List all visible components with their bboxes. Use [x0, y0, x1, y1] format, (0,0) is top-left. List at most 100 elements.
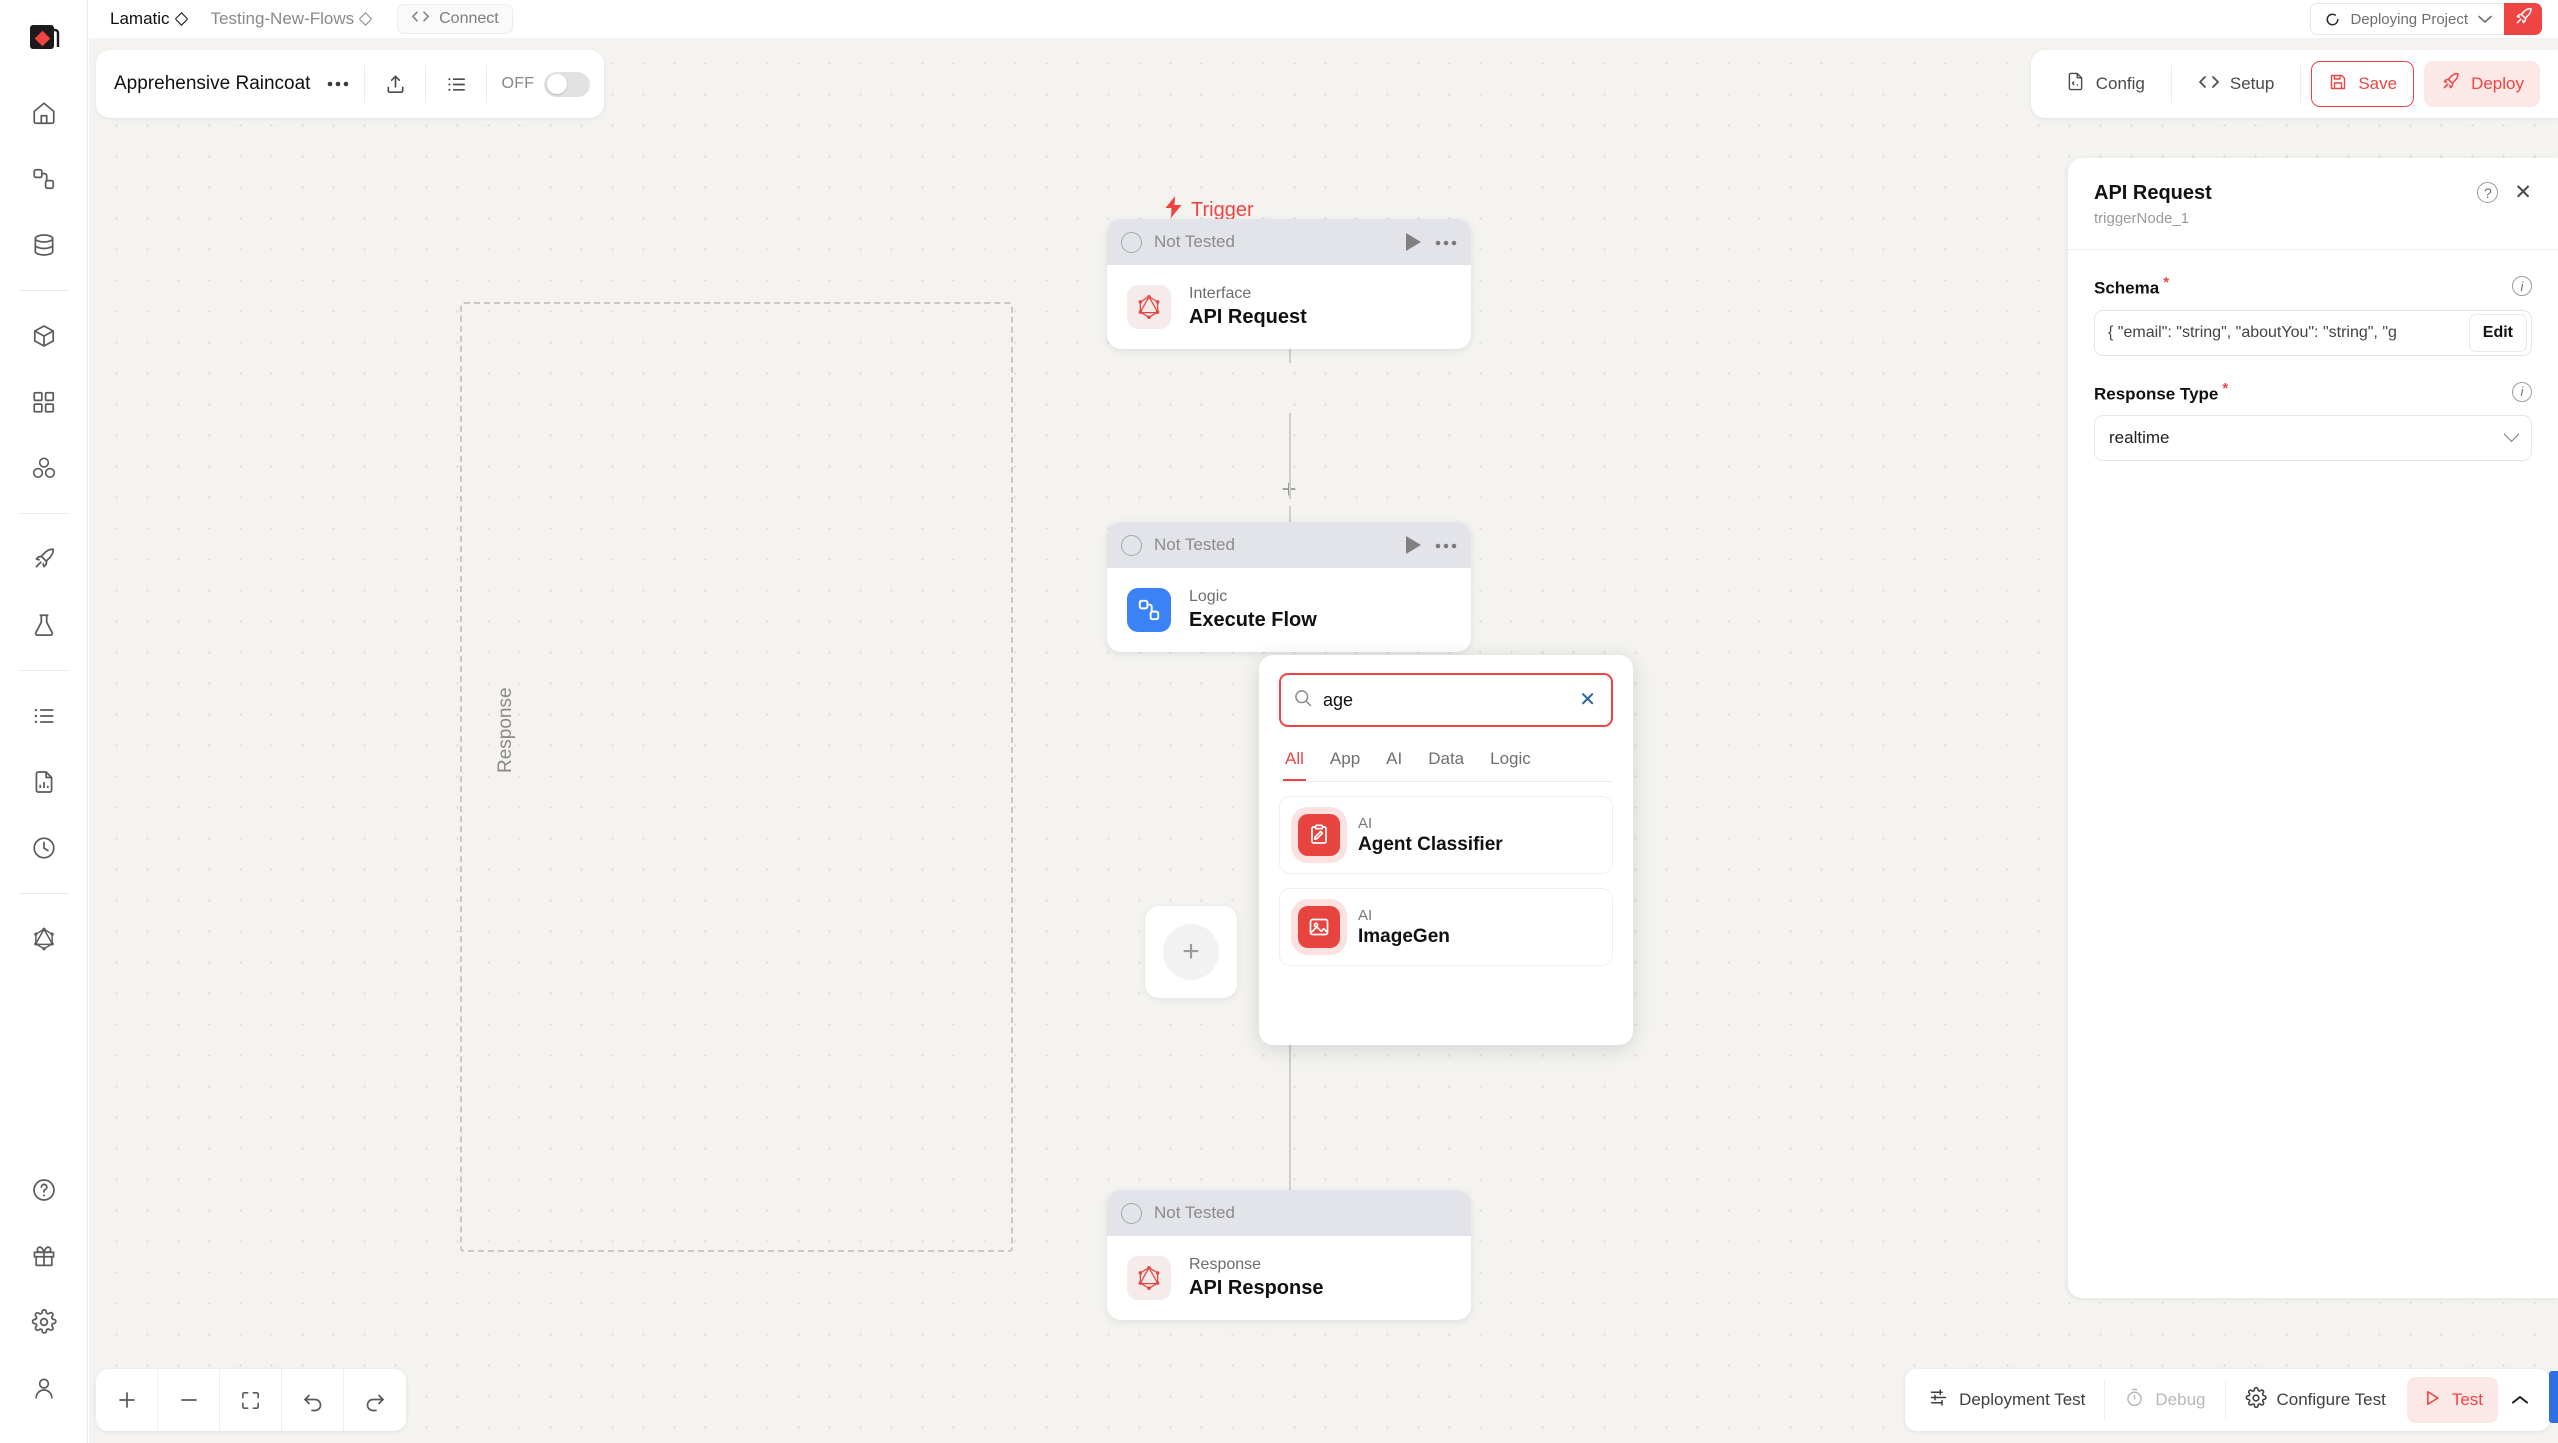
execute-flow-icon	[1127, 588, 1171, 632]
connect-button[interactable]: Connect	[397, 4, 513, 34]
info-icon[interactable]: i	[2512, 381, 2532, 402]
flow-enabled-toggle[interactable]	[544, 71, 591, 97]
sidebar-item-deployments[interactable]	[16, 531, 72, 587]
sidebar-item-experiments[interactable]	[16, 597, 72, 653]
node-picker-result[interactable]: AI ImageGen	[1279, 888, 1613, 966]
close-icon[interactable]: ✕	[2514, 182, 2532, 203]
node-picker-result[interactable]: AI Agent Classifier	[1279, 796, 1613, 874]
node-picker-popover: ✕ All App AI Data Logic AI Agent Classif…	[1259, 655, 1633, 1045]
sidebar-item-flows[interactable]	[16, 151, 72, 207]
deploy-rocket-button[interactable]	[2504, 3, 2542, 35]
node-name-label: API Response	[1189, 1277, 1324, 1299]
test-bar-divider	[2224, 1380, 2226, 1420]
deploy-status-label: Deploying Project	[2350, 10, 2468, 28]
sidebar-item-logs[interactable]	[16, 688, 72, 744]
run-node-button[interactable]	[1406, 233, 1421, 251]
node-text: Response API Response	[1189, 1256, 1323, 1300]
user-icon[interactable]	[16, 1360, 72, 1416]
node-more-button[interactable]	[1435, 536, 1457, 554]
tab-ai[interactable]: AI	[1384, 743, 1404, 781]
sidebar-item-history[interactable]	[16, 820, 72, 876]
result-category: AI	[1358, 906, 1373, 924]
sidebar-divider	[18, 670, 69, 671]
org-name: Lamatic	[110, 9, 170, 28]
configure-test-button[interactable]: Configure Test	[2230, 1377, 2401, 1423]
panel-divider	[2068, 249, 2558, 250]
graphql-icon	[1127, 1256, 1171, 1300]
schema-edit-button[interactable]: Edit	[2468, 313, 2527, 352]
schema-input[interactable]: { "email": "string", "aboutYou": "string…	[2094, 309, 2532, 356]
redo-icon[interactable]	[344, 1369, 406, 1431]
test-bar: Deployment Test Debug Configure Test Tes…	[1905, 1369, 2550, 1431]
config-button[interactable]: Config	[2049, 62, 2161, 106]
zoom-out-icon[interactable]	[158, 1369, 220, 1431]
question-circle-icon[interactable]: ?	[2477, 182, 2499, 203]
sidebar-item-data[interactable]	[16, 217, 72, 273]
edge-line	[1289, 413, 1291, 499]
run-node-button[interactable]	[1406, 536, 1421, 554]
response-group-label: Response	[495, 687, 516, 773]
sidebar-item-integrations[interactable]	[16, 440, 72, 496]
clear-x-icon[interactable]: ✕	[1576, 690, 1599, 710]
chevron-up-icon[interactable]	[2498, 1378, 2542, 1422]
save-button[interactable]: Save	[2311, 61, 2415, 107]
connect-label: Connect	[439, 10, 499, 27]
sidebar-item-graphql[interactable]	[16, 911, 72, 967]
panel-title: API Request	[2094, 182, 2212, 204]
tab-data[interactable]: Data	[1426, 743, 1466, 781]
sidebar-item-models[interactable]	[16, 308, 72, 364]
chevron-updown-icon	[360, 11, 371, 27]
sidebar-item-home[interactable]	[16, 85, 72, 141]
search-input[interactable]	[1323, 689, 1567, 711]
node-body: Response API Response	[1107, 1236, 1471, 1320]
tab-all[interactable]: All	[1283, 743, 1306, 781]
response-type-field-label-row: Response Type * i	[2094, 380, 2532, 405]
upload-icon[interactable]	[373, 62, 417, 106]
code-brackets-icon	[2198, 74, 2220, 95]
node-status-label: Not Tested	[1154, 232, 1235, 251]
fit-view-icon[interactable]	[220, 1369, 282, 1431]
right-edge-indicator[interactable]	[2549, 1371, 2558, 1423]
list-icon[interactable]	[434, 62, 478, 106]
deploy-button[interactable]: Deploy	[2424, 61, 2540, 107]
sidebar-item-apps[interactable]	[16, 374, 72, 430]
flow-node-execute-flow[interactable]: Not Tested Logic Execute Flow	[1107, 522, 1471, 652]
node-search-box[interactable]: ✕	[1279, 673, 1613, 727]
project-selector[interactable]: Testing-New-Flows	[211, 9, 372, 29]
info-icon[interactable]: i	[2512, 276, 2532, 297]
sidebar-item-reports[interactable]	[16, 754, 72, 810]
required-marker: *	[2163, 274, 2170, 291]
node-more-button[interactable]	[1435, 233, 1457, 251]
node-header: Not Tested	[1107, 1190, 1471, 1236]
schema-field-label-row: Schema * i	[2094, 274, 2532, 299]
schema-label-text: Schema	[2094, 278, 2160, 298]
add-node-card[interactable]: +	[1145, 906, 1237, 998]
lamatic-logo[interactable]	[20, 14, 68, 62]
response-group-boundary	[460, 302, 1013, 1252]
gift-icon[interactable]	[16, 1228, 72, 1284]
response-type-value: realtime	[2109, 428, 2170, 448]
play-icon	[2422, 1388, 2442, 1413]
tab-logic[interactable]: Logic	[1488, 743, 1533, 781]
deploy-status-button[interactable]: Deploying Project	[2310, 3, 2504, 35]
response-type-label: Response Type *	[2094, 380, 2228, 405]
chevron-updown-icon	[176, 11, 187, 27]
node-status-label: Not Tested	[1154, 535, 1235, 554]
help-circle-icon[interactable]	[16, 1162, 72, 1218]
undo-icon[interactable]	[282, 1369, 344, 1431]
tab-app[interactable]: App	[1328, 743, 1362, 781]
org-selector[interactable]: Lamatic	[110, 9, 187, 29]
flow-node-api-response[interactable]: Not Tested Response API Response	[1107, 1190, 1471, 1320]
gear-icon[interactable]	[16, 1294, 72, 1350]
zoom-in-icon[interactable]	[96, 1369, 158, 1431]
deployment-test-button[interactable]: Deployment Test	[1913, 1377, 2100, 1423]
response-type-select[interactable]: realtime	[2094, 415, 2532, 462]
flow-more-button[interactable]	[320, 66, 356, 102]
actions-divider	[2170, 65, 2172, 103]
graphql-icon	[1127, 285, 1171, 329]
status-circle-icon	[1121, 231, 1142, 253]
toolbar-divider	[486, 65, 488, 103]
flow-node-api-request[interactable]: Not Tested Interface API Request	[1107, 219, 1471, 349]
setup-button[interactable]: Setup	[2182, 62, 2290, 106]
test-button[interactable]: Test	[2406, 1377, 2498, 1423]
